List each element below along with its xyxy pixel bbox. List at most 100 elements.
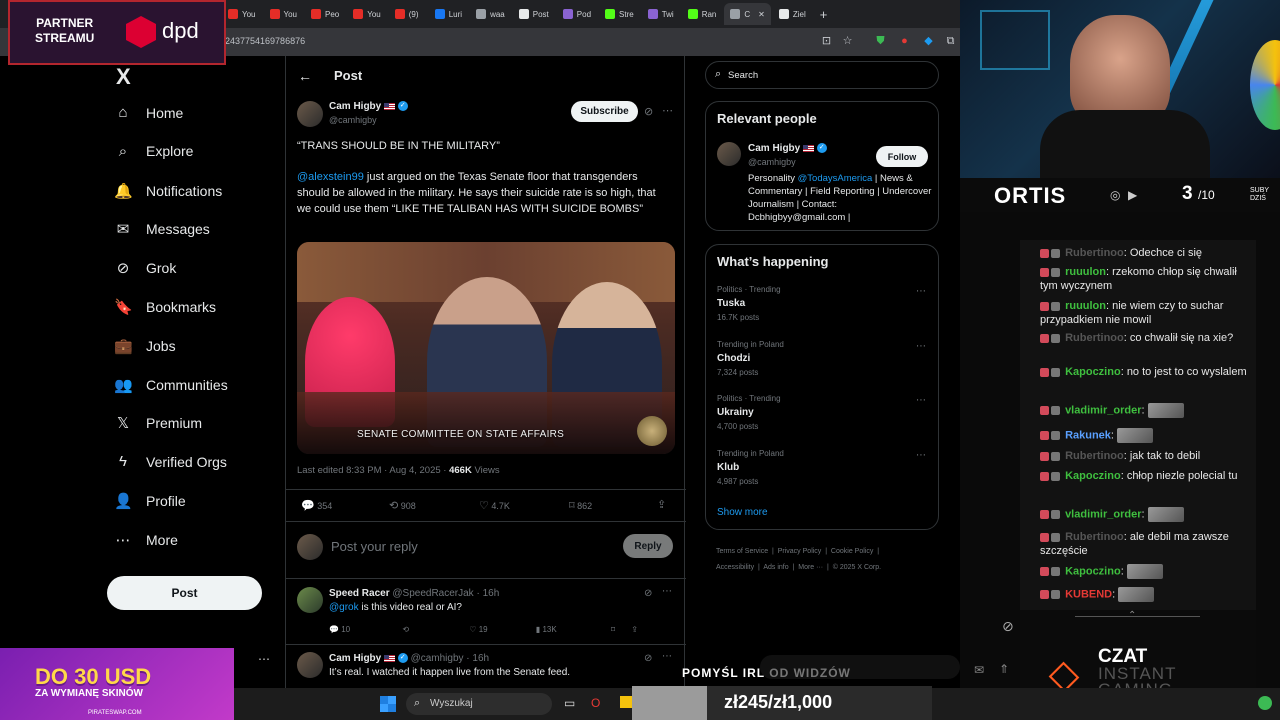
repost-icon[interactable]: ⟲: [402, 625, 409, 634]
close-icon[interactable]: ✕: [758, 10, 765, 19]
more-icon[interactable]: ⋯: [258, 652, 270, 666]
more-icon[interactable]: ⋯: [916, 395, 926, 406]
windows-start-icon[interactable]: [380, 696, 396, 712]
browser-tab[interactable]: Ran: [682, 3, 723, 25]
extension-diamond-icon[interactable]: ◆: [922, 35, 935, 48]
browser-tab[interactable]: You: [222, 3, 262, 25]
follow-button[interactable]: Follow: [876, 146, 928, 167]
grok-icon[interactable]: ⊘: [644, 588, 652, 599]
footer-privacy[interactable]: Privacy Policy: [778, 548, 822, 555]
reply-action[interactable]: 💬 354: [301, 499, 332, 512]
back-arrow-icon[interactable]: ←: [298, 68, 312, 84]
nav-item-grok[interactable]: ⊘ Grok: [114, 259, 177, 277]
chat-username[interactable]: KUBEND: [1065, 588, 1112, 600]
mention-link[interactable]: @alexstein99: [297, 171, 364, 183]
new-tab-button[interactable]: +: [814, 3, 852, 25]
chat-username[interactable]: Kapoczino: [1065, 366, 1121, 378]
reply-author-name[interactable]: Speed Racer: [329, 588, 390, 599]
more-icon[interactable]: ⋯: [916, 286, 926, 297]
taskbar-search-input[interactable]: Wyszukaj: [430, 698, 473, 709]
browser-tab[interactable]: You: [264, 3, 304, 25]
reply-button[interactable]: Reply: [623, 534, 673, 558]
person-name[interactable]: Cam Higby: [748, 143, 800, 154]
post-video[interactable]: SENATE COMMITTEE ON STATE AFFAIRS: [297, 242, 675, 454]
like-action[interactable]: ♡ 4.7K: [479, 499, 510, 512]
chat-username[interactable]: Rakunek: [1065, 429, 1111, 441]
bookmark-icon[interactable]: ⌑: [611, 625, 615, 634]
grok-floating-icon[interactable]: ⊘: [1002, 618, 1014, 635]
analytics-icon[interactable]: ▮: [536, 625, 540, 634]
heart-icon[interactable]: ♡: [469, 625, 476, 634]
collapse-icon[interactable]: ⇑: [999, 662, 1009, 676]
chat-username[interactable]: Rubertinoo: [1065, 450, 1124, 462]
browser-tab[interactable]: Ziel: [773, 3, 812, 25]
puzzle-icon[interactable]: ⧉: [944, 35, 957, 48]
search-input[interactable]: Search: [728, 70, 758, 81]
browser-tab[interactable]: Stre: [599, 3, 640, 25]
extension-icon[interactable]: ●: [898, 35, 911, 48]
x-logo-icon[interactable]: X: [116, 64, 131, 90]
reply-author-handle[interactable]: @SpeedRacerJak · 16h: [392, 588, 499, 599]
reply-input[interactable]: Post your reply: [331, 539, 418, 554]
chat-username[interactable]: ruuulon: [1065, 266, 1106, 278]
chat-username[interactable]: Rubertinoo: [1065, 531, 1124, 543]
post-button[interactable]: Post: [107, 576, 262, 610]
nav-item-premium[interactable]: 𝕏 Premium: [114, 414, 202, 432]
shield-extension-icon[interactable]: ⛊: [874, 35, 887, 48]
repost-action[interactable]: ⟲ 908: [389, 499, 416, 512]
author-name[interactable]: Cam Higby: [329, 101, 381, 112]
more-icon[interactable]: ⋯: [662, 586, 672, 597]
reply-icon[interactable]: 💬: [329, 625, 339, 634]
nav-item-communities[interactable]: 👥 Communities: [114, 376, 228, 394]
footer-ads[interactable]: Ads info: [763, 564, 788, 571]
bio-link[interactable]: @TodaysAmerica: [798, 173, 873, 184]
reply-avatar[interactable]: [297, 587, 323, 613]
nav-item-home[interactable]: ⌂ Home: [114, 104, 183, 121]
footer-more[interactable]: More ···: [798, 564, 823, 571]
compose-message-icon[interactable]: ✉: [974, 663, 984, 677]
browser-tab[interactable]: Post: [513, 3, 555, 25]
browser-tab[interactable]: Peo: [305, 3, 345, 25]
chat-username[interactable]: Kapoczino: [1065, 565, 1121, 577]
browser-tab[interactable]: (9): [389, 3, 427, 25]
install-icon[interactable]: ⊡: [820, 35, 833, 48]
trend-item[interactable]: Politics · Trending Ukrainy 4,700 posts: [717, 394, 781, 431]
more-icon[interactable]: ⋯: [662, 651, 672, 662]
grok-icon[interactable]: ⊘: [644, 105, 653, 118]
trend-item[interactable]: Trending in Poland Klub 4,987 posts: [717, 449, 784, 486]
subscribe-button[interactable]: Subscribe: [571, 101, 638, 122]
bookmark-action[interactable]: ⌑ 862: [569, 499, 592, 512]
grok-mention-link[interactable]: @grok: [329, 602, 359, 613]
browser-tab[interactable]: waa: [470, 3, 511, 25]
author-handle[interactable]: @camhigby: [329, 115, 377, 125]
person-avatar[interactable]: [717, 142, 741, 166]
browser-tab[interactable]: Twi: [642, 3, 680, 25]
taskbar-search[interactable]: ⌕ Wyszukaj: [406, 693, 552, 715]
nav-item-jobs[interactable]: 💼 Jobs: [114, 337, 176, 355]
chat-username[interactable]: ruuulon: [1065, 300, 1106, 312]
share-icon[interactable]: ⇪: [631, 625, 638, 634]
reply-header[interactable]: Cam Higby ✓ @camhigby · 16h: [329, 653, 489, 664]
footer-terms[interactable]: Terms of Service: [716, 548, 768, 555]
person-handle[interactable]: @camhigby: [748, 157, 796, 167]
task-view-icon[interactable]: ▭: [564, 696, 575, 710]
share-icon[interactable]: ⇪: [657, 498, 666, 511]
my-avatar[interactable]: [297, 534, 323, 560]
more-icon[interactable]: ⋯: [662, 104, 673, 117]
star-icon[interactable]: ☆: [841, 35, 854, 48]
chat-username[interactable]: vladimir_order: [1065, 404, 1141, 416]
url-text[interactable]: 2437754169786876: [225, 36, 305, 46]
author-name-row[interactable]: Cam Higby ✓: [329, 101, 408, 112]
tray-icon[interactable]: [1258, 696, 1272, 710]
nav-item-bookmarks[interactable]: 🔖 Bookmarks: [114, 298, 216, 316]
trend-item[interactable]: Trending in Poland Chodzi 7,324 posts: [717, 340, 784, 377]
reply-author-name[interactable]: Cam Higby: [329, 653, 381, 664]
nav-item-messages[interactable]: ✉ Messages: [114, 220, 210, 238]
browser-tab[interactable]: Luri: [429, 3, 468, 25]
show-more-link[interactable]: Show more: [717, 507, 768, 518]
chat-username[interactable]: vladimir_order: [1065, 508, 1141, 520]
chat-username[interactable]: Rubertinoo: [1065, 332, 1124, 344]
nav-item-notifications[interactable]: 🔔 Notifications: [114, 182, 222, 200]
trend-item[interactable]: Politics · Trending Tuska 16.7K posts: [717, 285, 781, 322]
reply-avatar[interactable]: [297, 652, 323, 678]
